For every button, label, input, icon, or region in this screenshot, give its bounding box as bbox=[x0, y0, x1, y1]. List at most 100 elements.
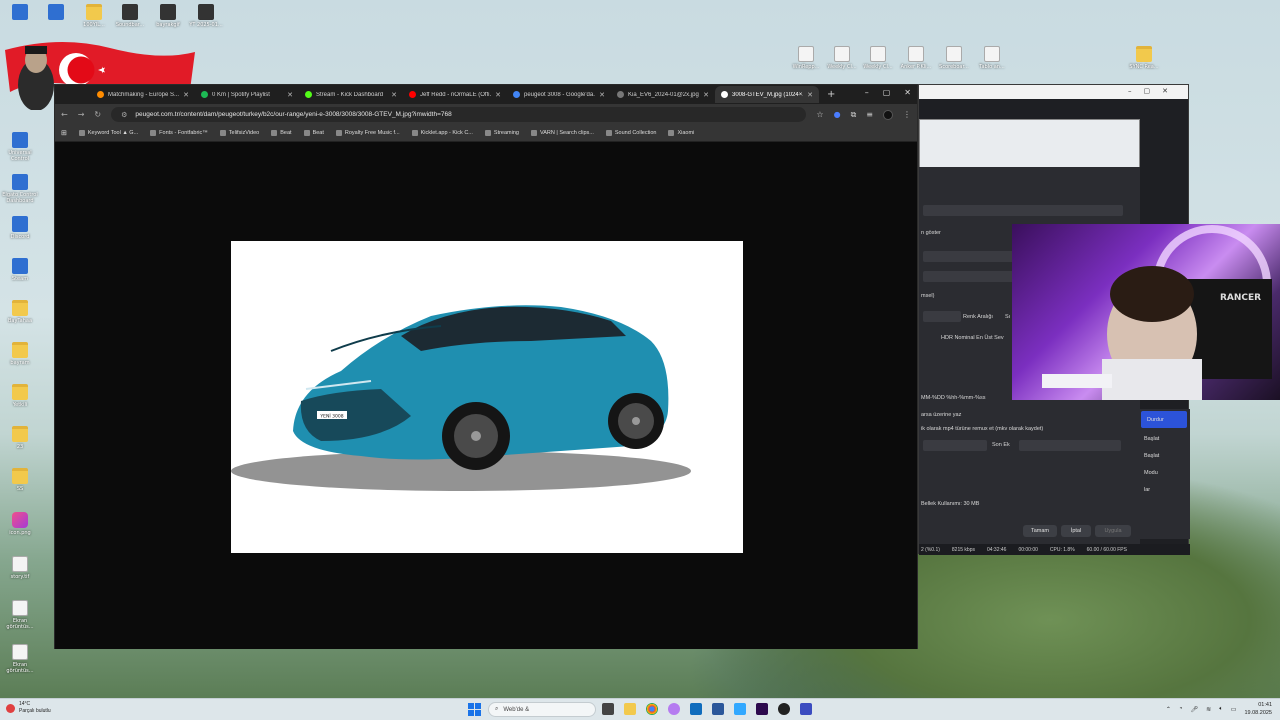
clock[interactable]: 01:41 19.08.2025 bbox=[1244, 701, 1272, 717]
settings-button[interactable]: lar bbox=[1138, 481, 1190, 498]
desktop-icon[interactable]: SYNC Rea... bbox=[1124, 46, 1164, 70]
task-view-icon[interactable] bbox=[602, 703, 614, 715]
obs-field-3[interactable] bbox=[923, 311, 961, 322]
desktop-icon[interactable]: icon.png bbox=[0, 512, 40, 536]
chevron-up-icon[interactable]: ⌃ bbox=[1166, 706, 1171, 713]
media-controls-icon[interactable]: ≡ bbox=[866, 110, 873, 119]
tab-close-icon[interactable]: ✕ bbox=[391, 91, 397, 99]
start-button[interactable] bbox=[468, 703, 481, 716]
browser-tab[interactable]: Jeff Redd - nOrmaLE (Offi... ✕ bbox=[403, 86, 507, 103]
bookmark-item[interactable]: TelifsizVideo bbox=[219, 130, 259, 136]
file-explorer-icon[interactable] bbox=[624, 703, 636, 715]
desktop-icon[interactable]: BayTahaa bbox=[0, 300, 40, 324]
photoshop-icon[interactable] bbox=[734, 703, 746, 715]
bookmark-item[interactable]: Keyword Tool ▲ G... bbox=[78, 130, 138, 136]
obs-field-4[interactable] bbox=[923, 440, 987, 451]
start-recording-button[interactable]: Başlat bbox=[1138, 430, 1190, 447]
word-icon[interactable] bbox=[712, 703, 724, 715]
desktop-icon[interactable]: Ekran görüntüs... bbox=[0, 644, 40, 674]
desktop-icon[interactable]: WinRepp... bbox=[786, 46, 826, 70]
bookmark-item[interactable]: Royalty Free Music f... bbox=[335, 130, 400, 136]
bookmark-item[interactable]: Beat bbox=[271, 130, 292, 136]
reload-icon[interactable]: ↻ bbox=[94, 110, 101, 119]
browser-tab[interactable]: 0 Km | Spotify Playlist ✕ bbox=[195, 86, 299, 103]
desktop-icon[interactable]: Scoreboar... bbox=[934, 46, 974, 70]
network-icon[interactable]: ◔ bbox=[1179, 706, 1183, 712]
obs-dropdown[interactable] bbox=[923, 205, 1123, 216]
desktop-icon[interactable]: Elgato Control Dashboard bbox=[0, 174, 40, 204]
taskbar-search[interactable]: ⌕ Web'de & bbox=[488, 702, 596, 717]
tab-close-icon[interactable]: ✕ bbox=[807, 91, 813, 99]
minimize-button[interactable]: – bbox=[865, 88, 869, 97]
profile-avatar[interactable] bbox=[883, 109, 893, 120]
tab-close-icon[interactable]: ✕ bbox=[183, 91, 189, 99]
bookmark-item[interactable]: Kicklet.app - Kick C... bbox=[411, 130, 473, 136]
desktop-icon[interactable]: Tablo an... bbox=[972, 46, 1012, 70]
apps-grid-icon[interactable]: ⊞ bbox=[61, 129, 67, 137]
desktop-icon[interactable]: YT 2025-01... bbox=[186, 4, 226, 28]
desktop-icon[interactable]: Steam bbox=[0, 258, 40, 282]
tab-close-icon[interactable]: ✕ bbox=[703, 91, 709, 99]
menu-dots-icon[interactable]: ⋮ bbox=[903, 110, 911, 119]
browser-tab[interactable]: peugeot 3008 - Google'da... ✕ bbox=[507, 86, 611, 103]
tab-close-icon[interactable]: ✕ bbox=[599, 91, 605, 99]
desktop-icon[interactable]: Discord bbox=[0, 216, 40, 240]
desktop-icon[interactable]: bayram bbox=[0, 342, 40, 366]
address-bar[interactable]: ⚙ peugeot.com.tr/content/dam/peugeot/tur… bbox=[111, 107, 807, 122]
browser-tab[interactable]: Kia_EV6_2024-01@2x.jpg ✕ bbox=[611, 86, 715, 103]
obs-icon[interactable] bbox=[778, 703, 790, 715]
bookmark-item[interactable]: Streaming bbox=[484, 130, 519, 136]
desktop-icon[interactable]: story.tif bbox=[0, 556, 40, 580]
desktop-icon[interactable] bbox=[36, 4, 76, 22]
apply-button[interactable]: Uygula bbox=[1095, 525, 1131, 537]
new-tab-button[interactable]: + bbox=[827, 89, 835, 100]
bookmark-item[interactable]: Fonts - Fontfabric™ bbox=[150, 130, 208, 136]
volume-icon[interactable]: 🔈︎ bbox=[1219, 706, 1223, 713]
browser-tab[interactable]: 3008-GTEV_M.jpg (1024×... ✕ bbox=[715, 86, 819, 103]
browser-window[interactable]: Matchmaking - Europe S... ✕ 0 Km | Spotify… bbox=[54, 84, 918, 649]
tab-close-icon[interactable]: ✕ bbox=[287, 91, 293, 99]
site-info-icon[interactable]: ⚙ bbox=[121, 111, 127, 119]
browser-tab[interactable]: Matchmaking - Europe S... ✕ bbox=[91, 86, 195, 103]
desktop-icon[interactable]: bayrakgif bbox=[148, 4, 188, 28]
bookmark-star-icon[interactable]: ☆ bbox=[816, 110, 823, 119]
obs-window-controls[interactable]: –▢✕ bbox=[1128, 87, 1180, 95]
desktop-icon[interactable]: Soundbar... bbox=[110, 4, 150, 28]
bookmark-item[interactable]: Xiaomi bbox=[668, 130, 694, 136]
app-icon-1[interactable] bbox=[668, 703, 680, 715]
stop-stream-button[interactable]: Durdur bbox=[1141, 411, 1187, 428]
forward-icon[interactable]: → bbox=[78, 110, 85, 119]
close-button[interactable]: ✕ bbox=[904, 88, 911, 97]
wifi-icon[interactable]: ≋ bbox=[1206, 706, 1211, 713]
desktop-icon[interactable]: 100YIL... bbox=[74, 4, 114, 28]
battery-icon[interactable]: ▭ bbox=[1231, 706, 1237, 713]
obs-suffix-field[interactable] bbox=[1019, 440, 1121, 451]
desktop-icon[interactable]: Anker P.Kli... bbox=[896, 46, 936, 70]
weather-widget[interactable]: 14°C Parçalı bulutlu bbox=[6, 701, 51, 715]
maximize-button[interactable]: ▢ bbox=[883, 88, 891, 97]
desktop-icon[interactable]: Weekly Cl... bbox=[822, 46, 862, 70]
desktop-icon[interactable]: 23 bbox=[0, 426, 40, 450]
bookmark-item[interactable]: Beat bbox=[303, 130, 324, 136]
extension-icon[interactable]: ● bbox=[834, 110, 841, 119]
start-virtual-camera-button[interactable]: Başlat bbox=[1138, 447, 1190, 464]
extensions-puzzle-icon[interactable]: ⧉ bbox=[851, 110, 857, 120]
back-icon[interactable]: ← bbox=[61, 110, 68, 119]
premiere-icon[interactable] bbox=[756, 703, 768, 715]
mic-icon[interactable]: 🎤︎ bbox=[1191, 706, 1199, 713]
desktop-icon[interactable]: Ekran görüntüs... bbox=[0, 600, 40, 630]
outlook-icon[interactable] bbox=[690, 703, 702, 715]
bookmark-item[interactable]: VARN | Search clips... bbox=[530, 130, 594, 136]
desktop-icon[interactable]: SS bbox=[0, 468, 40, 492]
desktop-icon[interactable] bbox=[0, 4, 40, 22]
desktop-icon[interactable]: Yetkili bbox=[0, 384, 40, 408]
tab-close-icon[interactable]: ✕ bbox=[495, 91, 501, 99]
cancel-button[interactable]: İptal bbox=[1061, 525, 1091, 537]
studio-mode-button[interactable]: Modu bbox=[1138, 464, 1190, 481]
desktop-icon[interactable]: Weekly Cl... bbox=[858, 46, 898, 70]
browser-tab[interactable]: Stream - Kick Dashboard ✕ bbox=[299, 86, 403, 103]
app-icon-2[interactable] bbox=[800, 703, 812, 715]
chrome-icon[interactable] bbox=[646, 703, 658, 715]
desktop-icon[interactable]: Universal Control bbox=[0, 132, 40, 162]
ok-button[interactable]: Tamam bbox=[1023, 525, 1057, 537]
